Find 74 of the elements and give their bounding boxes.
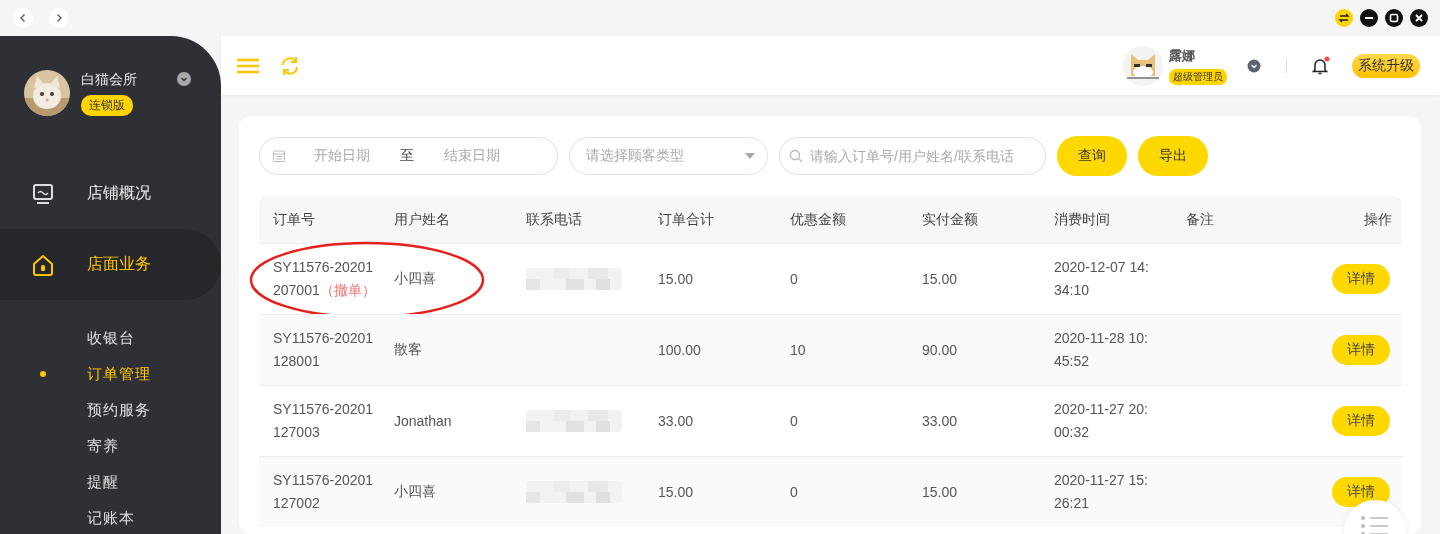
- submenu-item[interactable]: 记账本: [0, 500, 221, 534]
- search-field[interactable]: 请输入订单号/用户姓名/联系电话: [779, 137, 1046, 175]
- column-header: 操作: [1363, 210, 1393, 229]
- submenu-item[interactable]: 寄养: [0, 428, 221, 464]
- order-number: SY11576-20201127002: [273, 471, 375, 513]
- table-cell-text: 0: [790, 271, 799, 287]
- table-cell-text: 2020-11-27 15:26:21: [1054, 471, 1149, 513]
- column-header: 订单合计: [658, 210, 715, 229]
- close-icon[interactable]: [1410, 9, 1428, 27]
- column-header: 消费时间: [1054, 210, 1111, 229]
- role-badge: 超级管理员: [1169, 68, 1227, 85]
- table-cell-text: 2020-12-07 14:34:10: [1054, 258, 1150, 300]
- edition-badge: 连锁版: [81, 94, 133, 116]
- table-cell-text: 15.00: [658, 271, 695, 287]
- table-cell-text: 2020-11-27 20:00:32: [1054, 400, 1149, 442]
- dropdown-icon[interactable]: [1247, 58, 1261, 73]
- table-cell-text: 小四喜: [394, 483, 437, 501]
- bell-icon[interactable]: [1310, 55, 1330, 76]
- caret-icon: [745, 153, 755, 159]
- table-cell-text: 15.00: [658, 484, 695, 500]
- dog-avatar: [1123, 45, 1163, 86]
- select-placeholder: 请选择顾客类型: [586, 147, 684, 165]
- details-button[interactable]: 详情: [1332, 264, 1390, 294]
- table-cell-text: 2020-11-28 10:45:52: [1054, 329, 1149, 371]
- table-cell-text: 90.00: [922, 342, 959, 358]
- list-icon: [1360, 514, 1390, 534]
- chevron-left-icon: [18, 13, 28, 23]
- query-button[interactable]: 查询: [1057, 136, 1127, 176]
- table-cell-text: 33.00: [922, 413, 959, 429]
- table-cell-text: 100.00: [658, 342, 702, 358]
- export-button[interactable]: 导出: [1138, 136, 1208, 176]
- table-cell-text: 10: [790, 342, 807, 358]
- menu-item[interactable]: 店面业务: [0, 229, 221, 300]
- submenu-item[interactable]: 预约服务: [0, 392, 221, 428]
- chevron-right-icon: [54, 13, 64, 23]
- table-cell-text: 0: [790, 484, 799, 500]
- range-separator: 至: [400, 147, 414, 165]
- active-dot: [40, 371, 46, 377]
- column-header: 实付金额: [922, 210, 979, 229]
- table-cell-text: 15.00: [922, 484, 959, 500]
- maximize-icon[interactable]: [1385, 9, 1403, 27]
- column-header: 联系电话: [526, 210, 583, 229]
- column-header: 用户姓名: [394, 210, 451, 229]
- table-cell-text: 散客: [394, 341, 423, 359]
- details-button[interactable]: 详情: [1332, 477, 1390, 507]
- order-number: SY11576-20201127003: [273, 400, 375, 442]
- dropdown-icon[interactable]: [177, 72, 191, 86]
- details-button[interactable]: 详情: [1332, 406, 1390, 436]
- swap-icon[interactable]: [1335, 9, 1353, 27]
- table-cell-text: 小四喜: [394, 270, 437, 288]
- start-date-placeholder: 开始日期: [314, 147, 370, 165]
- user-name: 露娜: [1169, 46, 1195, 65]
- order-number: SY11576-20201207001（撤单）: [273, 258, 377, 300]
- minimize-icon[interactable]: [1360, 9, 1378, 27]
- details-button[interactable]: 详情: [1332, 335, 1390, 365]
- column-header: 优惠金额: [790, 210, 847, 229]
- monitor-icon: [32, 182, 54, 205]
- search-icon: [789, 149, 803, 163]
- column-header: 备注: [1186, 210, 1215, 229]
- column-header: 订单号: [272, 210, 316, 229]
- order-number: SY11576-20201128001: [273, 329, 375, 371]
- menu-item[interactable]: 店铺概况: [0, 158, 221, 229]
- end-date-placeholder: 结束日期: [444, 147, 500, 165]
- submenu-item[interactable]: 订单管理: [0, 356, 221, 392]
- table-cell-text: 0: [790, 413, 799, 429]
- submenu-item[interactable]: 收银台: [0, 320, 221, 356]
- house-icon: [32, 253, 54, 276]
- shop-name: 白猫会所: [81, 70, 137, 89]
- table-cell-text: Jonathan: [394, 413, 453, 429]
- calendar-icon: [272, 149, 286, 163]
- table-cell-text: 15.00: [922, 271, 959, 287]
- table-cell-text: 33.00: [658, 413, 695, 429]
- upgrade-button[interactable]: 系统升级: [1352, 53, 1420, 78]
- submenu-item[interactable]: 提醒: [0, 464, 221, 500]
